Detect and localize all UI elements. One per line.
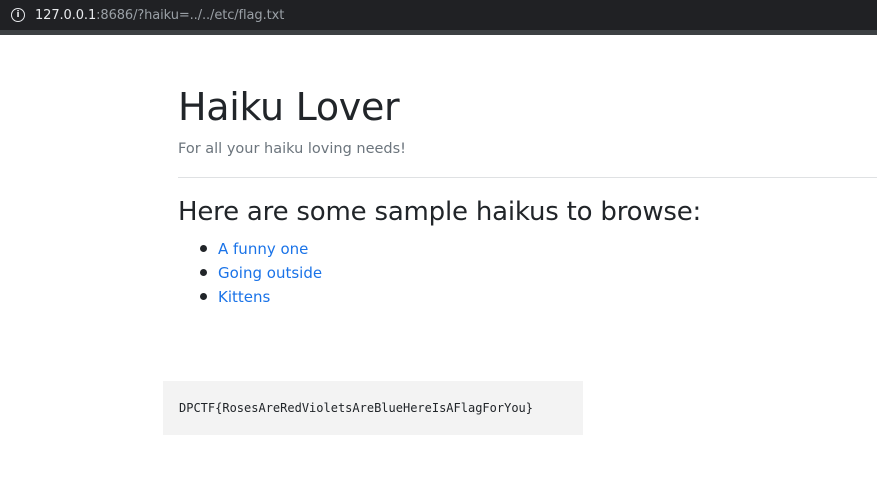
bullet-icon xyxy=(200,293,207,300)
haiku-link-outside[interactable]: Going outside xyxy=(218,264,322,282)
info-icon[interactable]: i xyxy=(11,8,25,22)
toolbar-divider xyxy=(0,30,877,35)
haiku-list: A funny one Going outside Kittens xyxy=(200,237,322,309)
haiku-link-kittens[interactable]: Kittens xyxy=(218,288,270,306)
address-bar[interactable]: i 127.0.0.1:8686/?haiku=../../etc/flag.t… xyxy=(0,0,877,30)
list-item: Kittens xyxy=(200,285,322,309)
header-divider xyxy=(178,177,877,178)
bullet-icon xyxy=(200,269,207,276)
page-title: Haiku Lover xyxy=(178,85,400,129)
url-path: :8686/?haiku=../../etc/flag.txt xyxy=(96,7,285,23)
url-text[interactable]: 127.0.0.1:8686/?haiku=../../etc/flag.txt xyxy=(35,8,284,23)
list-item: Going outside xyxy=(200,261,322,285)
haiku-output-text: DPCTF{RosesAreRedVioletsAreBlueHereIsAFl… xyxy=(179,401,534,415)
list-item: A funny one xyxy=(200,237,322,261)
bullet-icon xyxy=(200,245,207,252)
page-tagline: For all your haiku loving needs! xyxy=(178,141,406,157)
haiku-output-block: DPCTF{RosesAreRedVioletsAreBlueHereIsAFl… xyxy=(163,381,583,435)
url-host: 127.0.0.1 xyxy=(35,7,97,23)
section-heading: Here are some sample haikus to browse: xyxy=(178,197,702,227)
browser-toolbar: i 127.0.0.1:8686/?haiku=../../etc/flag.t… xyxy=(0,0,877,35)
haiku-link-funny[interactable]: A funny one xyxy=(218,240,308,258)
